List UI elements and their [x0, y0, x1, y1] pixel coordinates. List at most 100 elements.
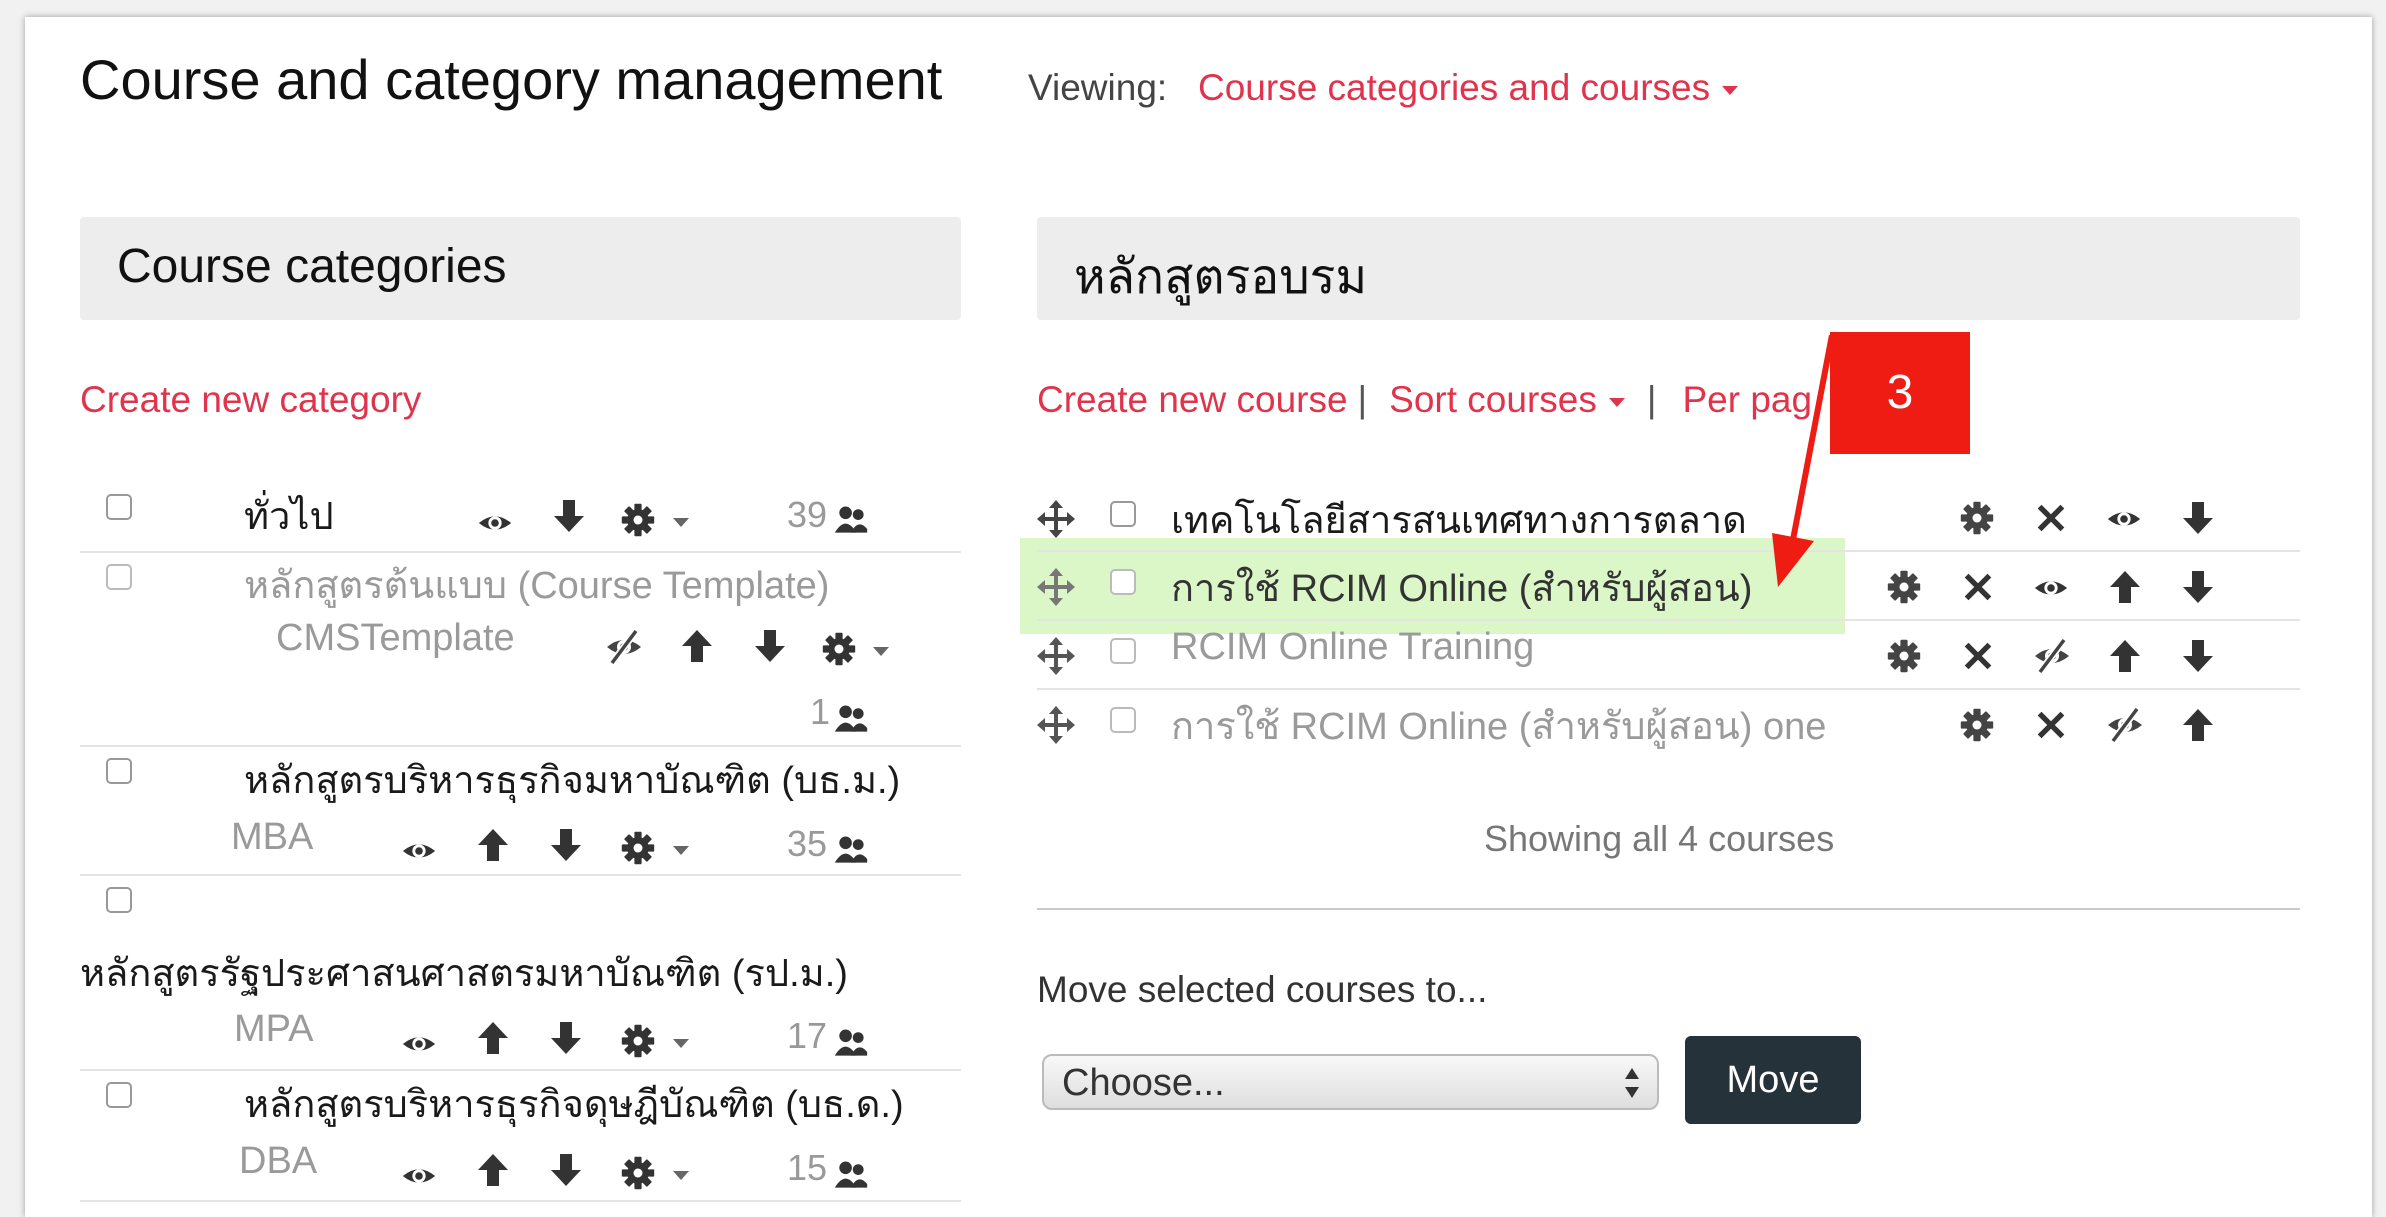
users-icon	[833, 502, 869, 538]
category-name[interactable]: หลักสูตรรัฐประศาสนศาสตรมหาบัณฑิต (รป.ม.)	[80, 942, 848, 1003]
delete-icon[interactable]	[1959, 568, 1997, 606]
arrow-up-icon[interactable]	[677, 626, 717, 666]
arrow-up-icon[interactable]	[473, 1150, 513, 1190]
move-handle-icon[interactable]	[1036, 705, 1076, 745]
gear-icon[interactable]	[1959, 500, 1995, 536]
caret-down-icon	[1722, 85, 1739, 95]
sort-courses-label: Sort courses	[1389, 379, 1597, 420]
row-divider	[80, 1200, 961, 1202]
page-title: Course and category management	[80, 48, 943, 111]
move-button[interactable]: Move	[1685, 1036, 1861, 1124]
gear-icon[interactable]	[1959, 707, 1995, 743]
move-handle-icon[interactable]	[1036, 636, 1076, 676]
gear-caret-icon[interactable]	[673, 1171, 689, 1180]
users-icon	[833, 1025, 869, 1061]
arrow-down-icon[interactable]	[546, 825, 586, 865]
course-count: 39	[787, 494, 828, 535]
category-name[interactable]: หลักสูตรบริหารธุรกิจมหาบัณฑิต (บธ.ม.)	[244, 749, 900, 810]
gear-caret-icon[interactable]	[673, 1039, 689, 1048]
course-name[interactable]: การใช้ RCIM Online (สำหรับผู้สอน) one	[1171, 695, 1826, 756]
gear-icon[interactable]	[1886, 569, 1922, 605]
viewing-dropdown-label: Course categories and courses	[1198, 67, 1711, 108]
arrow-up-icon[interactable]	[473, 1018, 513, 1058]
gear-icon[interactable]	[620, 1023, 656, 1059]
users-icon	[833, 701, 869, 737]
eye-icon[interactable]	[2032, 569, 2070, 607]
sort-courses-dropdown[interactable]: Sort courses	[1389, 379, 1625, 420]
course-count: 1	[810, 691, 831, 732]
gear-icon[interactable]	[821, 631, 857, 667]
delete-icon[interactable]	[1959, 637, 1997, 675]
gear-icon[interactable]	[620, 502, 656, 538]
gear-icon[interactable]	[1886, 638, 1922, 674]
arrow-up-icon[interactable]	[2105, 567, 2145, 607]
gear-icon[interactable]	[620, 830, 656, 866]
annotation-number: 3	[1830, 332, 1970, 454]
arrow-up-icon[interactable]	[2105, 636, 2145, 676]
select-arrows-icon	[1623, 1066, 1641, 1105]
management-page: Course and category management Viewing: …	[25, 17, 2372, 1217]
gear-caret-icon[interactable]	[873, 647, 889, 656]
gear-icon[interactable]	[620, 1155, 656, 1191]
eye-icon[interactable]	[2105, 500, 2143, 538]
create-course-link[interactable]: Create new course	[1037, 379, 1348, 420]
course-name[interactable]: เทคโนโลยีสารสนเทศทางการตลาด	[1171, 489, 1747, 550]
eye-icon[interactable]	[400, 1157, 438, 1195]
course-checkbox[interactable]	[1110, 501, 1136, 527]
category-checkbox[interactable]	[106, 564, 132, 590]
eye-icon[interactable]	[476, 504, 514, 542]
category-name[interactable]: หลักสูตรบริหารธุรกิจดุษฎีบัณฑิต (บธ.ด.)	[244, 1073, 904, 1134]
category-idnumber: MBA	[231, 816, 314, 858]
caret-down-icon	[1608, 397, 1625, 407]
delete-icon[interactable]	[2032, 706, 2070, 744]
eye-icon[interactable]	[400, 1025, 438, 1063]
arrow-down-icon[interactable]	[2178, 567, 2218, 607]
category-checkbox[interactable]	[106, 494, 132, 520]
row-divider	[1037, 550, 2300, 552]
gear-caret-icon[interactable]	[673, 518, 689, 527]
course-checkbox[interactable]	[1110, 707, 1136, 733]
section-divider	[1037, 908, 2300, 910]
categories-heading: Course categories	[117, 240, 507, 293]
viewing-dropdown[interactable]: Course categories and courses	[1198, 67, 1739, 109]
category-name[interactable]: หลักสูตรต้นแบบ (Course Template)	[244, 554, 829, 615]
category-idnumber: DBA	[239, 1140, 318, 1182]
move-handle-icon[interactable]	[1036, 499, 1076, 539]
course-name[interactable]: RCIM Online Training	[1171, 626, 1534, 669]
eye-slash-icon[interactable]	[2032, 636, 2072, 676]
courses-heading: หลักสูตรอบรม	[1074, 251, 1368, 304]
category-name[interactable]: ทั่วไป	[244, 485, 334, 546]
course-checkbox[interactable]	[1110, 638, 1136, 664]
arrow-up-icon[interactable]	[473, 825, 513, 865]
create-category-link[interactable]: Create new category	[80, 379, 421, 421]
courses-panel-header: หลักสูตรอบรม	[1037, 217, 2300, 320]
move-handle-icon[interactable]	[1036, 567, 1076, 607]
showing-count: Showing all 4 courses	[1484, 818, 1835, 859]
course-count: 17	[787, 1015, 828, 1056]
row-divider	[80, 874, 961, 876]
category-idnumber: MPA	[234, 1008, 314, 1050]
arrow-up-icon[interactable]	[2178, 705, 2218, 745]
eye-slash-icon[interactable]	[2105, 705, 2145, 745]
categories-panel-header: Course categories	[80, 217, 961, 320]
arrow-down-icon[interactable]	[546, 1150, 586, 1190]
arrow-down-icon[interactable]	[549, 496, 589, 536]
course-checkbox[interactable]	[1110, 569, 1136, 595]
category-checkbox[interactable]	[106, 1082, 132, 1108]
category-checkbox[interactable]	[106, 758, 132, 784]
course-name[interactable]: การใช้ RCIM Online (สำหรับผู้สอน)	[1171, 557, 1752, 618]
separator: |	[1357, 379, 1368, 420]
arrow-down-icon[interactable]	[2178, 498, 2218, 538]
course-count: 15	[787, 1147, 828, 1188]
eye-slash-icon[interactable]	[604, 627, 644, 667]
arrow-down-icon[interactable]	[750, 626, 790, 666]
gear-caret-icon[interactable]	[673, 846, 689, 855]
row-divider	[80, 1069, 961, 1071]
eye-icon[interactable]	[400, 832, 438, 870]
arrow-down-icon[interactable]	[546, 1018, 586, 1058]
category-checkbox[interactable]	[106, 887, 132, 913]
row-divider	[1037, 619, 2300, 621]
arrow-down-icon[interactable]	[2178, 636, 2218, 676]
choose-category-select[interactable]: Choose...	[1042, 1054, 1659, 1110]
delete-icon[interactable]	[2032, 499, 2070, 537]
